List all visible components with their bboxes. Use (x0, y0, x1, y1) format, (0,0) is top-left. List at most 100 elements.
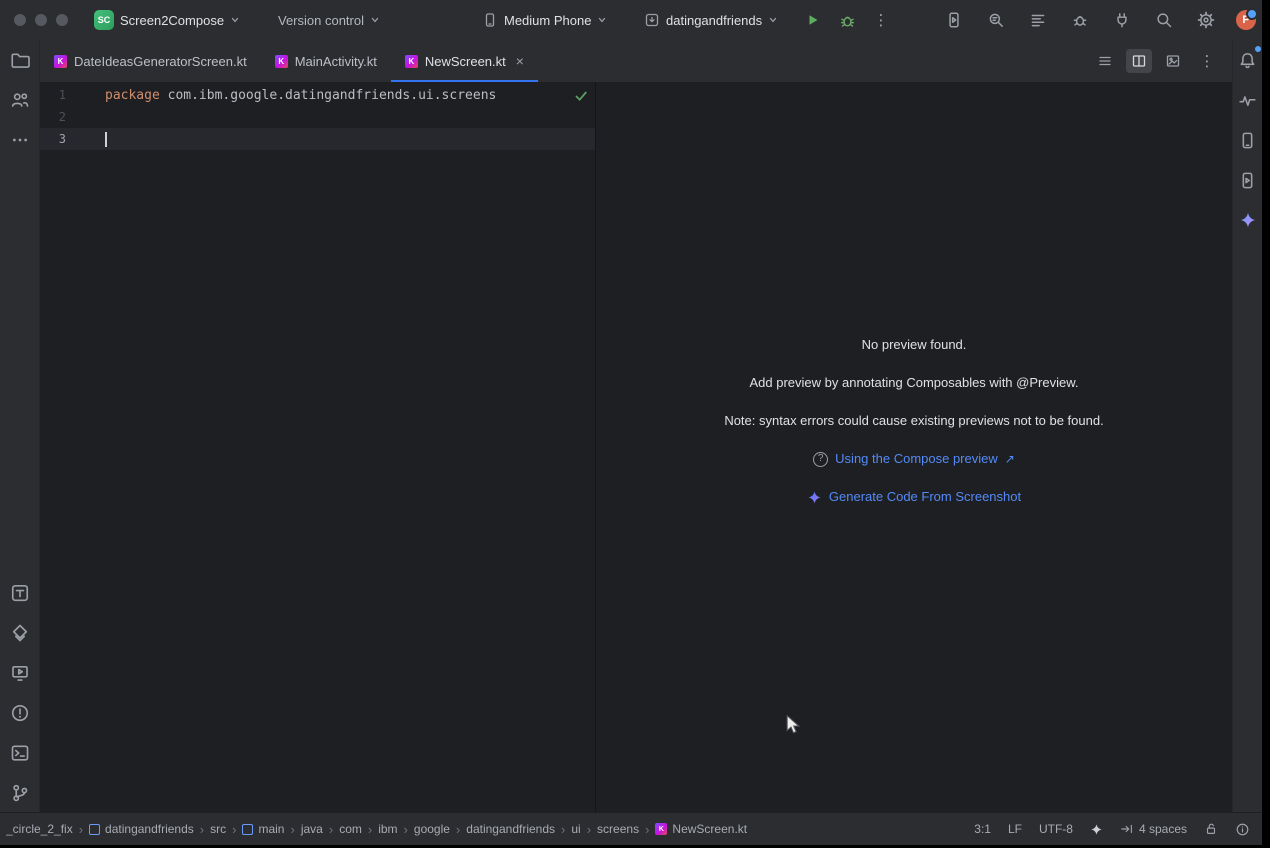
compose-preview-help-link[interactable]: ? Using the Compose preview ↗ (813, 450, 1015, 468)
split-view-button[interactable] (1126, 49, 1152, 73)
breadcrumb-item[interactable]: src (210, 822, 226, 836)
breadcrumb-separator: › (200, 822, 204, 837)
readonly-toggle[interactable] (1204, 822, 1218, 836)
sync-project-button[interactable] (1109, 7, 1135, 33)
project-tool-button[interactable] (6, 46, 34, 74)
caret-position-widget[interactable]: 3:1 (974, 822, 991, 836)
editor-view-controls: ⋮ (1092, 40, 1232, 82)
ai-status-widget[interactable] (1090, 823, 1103, 836)
version-control-widget[interactable]: Version control (272, 7, 386, 33)
close-tab-icon[interactable]: × (516, 54, 524, 68)
run-config-icon (644, 12, 660, 28)
inspect-code-button[interactable] (983, 7, 1009, 33)
traffic-lights (14, 14, 68, 26)
problems-tool-button[interactable] (6, 699, 34, 727)
code-line-2[interactable]: 2 (40, 106, 595, 128)
search-everywhere-button[interactable] (1151, 7, 1177, 33)
device-selector-label: Medium Phone (504, 13, 591, 28)
minimize-window-button[interactable] (35, 14, 47, 26)
version-control-tool-button[interactable] (6, 779, 34, 807)
resource-manager-tool-button[interactable] (6, 619, 34, 647)
design-view-button[interactable] (1160, 49, 1186, 73)
breadcrumb-item[interactable]: com (339, 822, 362, 836)
debug-button[interactable] (834, 7, 860, 33)
editor-options-button[interactable]: ⋮ (1194, 49, 1220, 73)
line-separator-widget[interactable]: LF (1008, 822, 1022, 836)
shared-indexes-tool-button[interactable] (6, 86, 34, 114)
design-view-icon (1165, 53, 1181, 69)
tab-label: NewScreen.kt (425, 54, 506, 69)
indent-icon (1120, 822, 1134, 836)
zoom-window-button[interactable] (56, 14, 68, 26)
gemini-sparkle-icon (1239, 211, 1257, 229)
tab-newscreen[interactable]: K NewScreen.kt × (391, 40, 538, 82)
app-insights-button[interactable] (1067, 7, 1093, 33)
inspections-widget[interactable] (573, 88, 589, 107)
project-name: Screen2Compose (120, 13, 224, 28)
project-widget[interactable]: SC Screen2Compose (88, 7, 246, 33)
running-devices-tool-button[interactable] (1234, 166, 1262, 194)
running-devices-button[interactable] (941, 7, 967, 33)
breadcrumb-separator: › (232, 822, 236, 837)
kotlin-file-icon: K (54, 55, 67, 68)
avatar[interactable]: P (1236, 10, 1256, 30)
version-control-label: Version control (278, 13, 364, 28)
run-button[interactable] (800, 7, 826, 33)
breadcrumb-item-file[interactable]: KNewScreen.kt (655, 822, 747, 836)
code-text (105, 132, 107, 147)
more-actions-button[interactable]: ⋮ (868, 7, 894, 33)
module-icon (89, 824, 100, 835)
add-preview-hint: Add preview by annotating Composables wi… (750, 374, 1079, 392)
more-tool-windows-button[interactable] (6, 126, 34, 154)
ide-info-widget[interactable] (1235, 822, 1250, 837)
profiler-tool-button[interactable] (1234, 86, 1262, 114)
generate-code-from-screenshot-link[interactable]: Generate Code From Screenshot (807, 488, 1021, 506)
code-line-1[interactable]: 1 package com.ibm.google.datingandfriend… (40, 84, 595, 106)
code-inspection-icon (987, 11, 1005, 29)
unlock-icon (1204, 822, 1218, 836)
gear-icon (1197, 11, 1215, 29)
device-manager-tool-button[interactable] (1234, 126, 1262, 154)
close-window-button[interactable] (14, 14, 26, 26)
terminal-icon (10, 743, 30, 763)
more-dots-icon (10, 130, 30, 150)
check-icon (573, 88, 589, 104)
breadcrumb-item[interactable]: screens (597, 822, 639, 836)
run-configuration-selector[interactable]: datingandfriends (638, 7, 784, 33)
running-devices-icon (1238, 171, 1257, 190)
line-number: 2 (40, 110, 66, 124)
code-view-button[interactable] (1092, 49, 1118, 73)
breadcrumb-item[interactable]: ibm (378, 822, 397, 836)
chevron-down-icon (597, 15, 607, 25)
emulator-tool-button[interactable] (6, 659, 34, 687)
running-devices-icon (945, 11, 963, 29)
tab-mainactivity[interactable]: K MainActivity.kt (261, 40, 391, 82)
breadcrumb-item[interactable]: _circle_2_fix (6, 822, 73, 836)
breadcrumb-item[interactable]: datingandfriends (89, 822, 194, 836)
avatar-notification-dot (1246, 8, 1258, 20)
settings-button[interactable] (1193, 7, 1219, 33)
breadcrumb-item[interactable]: ui (571, 822, 580, 836)
breadcrumb-separator: › (456, 822, 460, 837)
gemini-tool-button[interactable] (1234, 206, 1262, 234)
screen-edge (1262, 0, 1270, 848)
compose-tool-button[interactable] (6, 579, 34, 607)
breadcrumb-item[interactable]: datingandfriends (466, 822, 555, 836)
code-line-3[interactable]: 3 (40, 128, 595, 150)
indent-widget[interactable]: 4 spaces (1120, 822, 1187, 836)
encoding-widget[interactable]: UTF-8 (1039, 822, 1073, 836)
logcat-button[interactable] (1025, 7, 1051, 33)
notifications-button[interactable] (1234, 46, 1262, 74)
kotlin-file-icon: K (405, 55, 418, 68)
no-preview-message: No preview found. (862, 336, 967, 354)
breadcrumb-item[interactable]: main (242, 822, 284, 836)
code-editor[interactable]: 1 package com.ibm.google.datingandfriend… (40, 82, 595, 812)
breadcrumb-item[interactable]: google (414, 822, 450, 836)
terminal-tool-button[interactable] (6, 739, 34, 767)
run-config-label: datingandfriends (666, 13, 762, 28)
breadcrumb-item[interactable]: java (301, 822, 323, 836)
right-tool-stripe (1232, 40, 1262, 812)
tab-dateideasgeneratorscreen[interactable]: K DateIdeasGeneratorScreen.kt (40, 40, 261, 82)
folder-icon (10, 50, 30, 70)
device-selector[interactable]: Medium Phone (476, 7, 613, 33)
